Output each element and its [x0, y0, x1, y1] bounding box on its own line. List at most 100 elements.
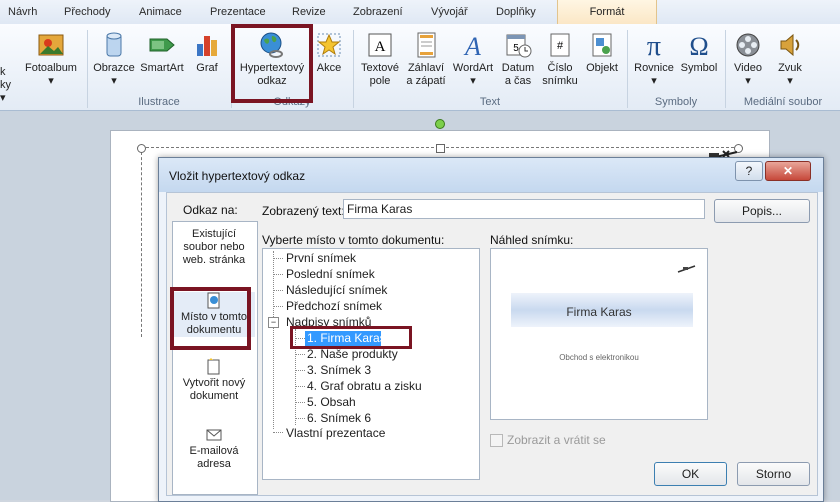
select-place-label: Vyberte místo v tomto dokumentu: — [262, 233, 445, 247]
link-new-document[interactable]: Vytvořit nový dokument — [173, 358, 255, 403]
group-media: Mediální soubor — [743, 96, 823, 108]
tree-item[interactable]: První snímek — [286, 251, 356, 266]
svg-text:Ω: Ω — [689, 32, 708, 60]
link-new-line-1: Vytvořit nový — [182, 377, 246, 389]
tab-navrh[interactable]: Návrh — [8, 6, 37, 18]
ribbon-cut-label-1: k — [0, 66, 6, 78]
cislo-label-2: snímku — [542, 75, 578, 87]
textove-pole-button[interactable]: A Textové pole — [357, 30, 403, 88]
wordart-label: WordArt — [452, 62, 494, 74]
tree-slide[interactable]: 5. Obsah — [307, 395, 356, 410]
tree-item[interactable]: Následující snímek — [286, 283, 387, 298]
cislo-label-1: Číslo — [547, 62, 573, 74]
svg-text:A: A — [375, 39, 386, 55]
tab-vyvojar[interactable]: Vývojář — [431, 6, 468, 18]
collapse-toggle-icon[interactable]: − — [268, 317, 279, 328]
help-button[interactable]: ? — [735, 161, 763, 181]
objekt-button[interactable]: Objekt — [582, 30, 622, 75]
tab-prezentace[interactable]: Prezentace — [210, 6, 266, 18]
text-box-icon: A — [365, 30, 395, 60]
tree-custom-shows[interactable]: Vlastní prezentace — [286, 426, 385, 441]
tab-doplnky[interactable]: Doplňky — [496, 6, 536, 18]
svg-text:#: # — [557, 40, 564, 52]
datum-cas-button[interactable]: 5 Datum a čas — [498, 30, 538, 88]
link-existing-file[interactable]: Existující soubor nebo web. stránka — [173, 228, 255, 267]
link-type-panel: Existující soubor nebo web. stránka Míst… — [172, 221, 258, 495]
place-in-document-highlight-box — [170, 287, 251, 350]
photo-album-icon — [36, 30, 66, 60]
close-button[interactable]: ✕ — [765, 161, 811, 181]
group-text: Text — [479, 96, 501, 108]
resize-handle[interactable] — [436, 144, 445, 153]
document-place-tree[interactable]: První snímek Poslední snímek Následující… — [262, 248, 480, 480]
ok-button[interactable]: OK — [654, 462, 727, 486]
hyperlink-dialog: Vložit hypertextový odkaz ? ✕ Odkaz na: … — [158, 157, 824, 502]
rovnice-button[interactable]: π Rovnice ▾ — [631, 30, 677, 88]
tab-revize[interactable]: Revize — [292, 6, 326, 18]
graf-button[interactable]: Graf — [190, 30, 224, 75]
display-text-input[interactable]: Firma Karas — [343, 199, 705, 219]
group-ilustrace: Ilustrace — [138, 96, 180, 108]
tree-slide[interactable]: 2. Naše produkty — [307, 347, 398, 362]
calendar-clock-icon: 5 — [503, 30, 533, 60]
show-and-return-label: Zobrazit a vrátit se — [507, 433, 606, 447]
dialog-titlebar[interactable]: Vložit hypertextový odkaz ? ✕ — [159, 158, 823, 192]
rovnice-dropdown-arrow: ▾ — [651, 75, 657, 87]
graf-label: Graf — [196, 62, 218, 74]
action-star-icon — [314, 30, 344, 60]
display-text-label: Zobrazený text: — [262, 204, 345, 218]
omega-icon: Ω — [684, 30, 714, 61]
zahlavi-label-1: Záhlaví — [407, 62, 445, 74]
zahlavi-zapati-button[interactable]: Záhlaví a zápatí — [403, 30, 449, 88]
wordart-button[interactable]: A WordArt ▾ — [449, 30, 497, 88]
link-email-address[interactable]: E-mailová adresa — [173, 426, 255, 471]
datum-label-1: Datum — [501, 62, 535, 74]
symbol-button[interactable]: Ω Symbol — [677, 30, 721, 75]
obrazce-dropdown-arrow: ▾ — [111, 75, 117, 87]
svg-text:5: 5 — [513, 43, 519, 54]
email-icon — [205, 426, 223, 444]
zvuk-label: Zvuk — [778, 62, 802, 74]
cancel-button[interactable]: Storno — [737, 462, 810, 486]
cislo-snimku-button[interactable]: # Číslo snímku — [538, 30, 582, 88]
dialog-content: Odkaz na: Existující soubor nebo web. st… — [166, 192, 818, 496]
smartart-icon — [147, 30, 177, 60]
datum-label-2: a čas — [504, 75, 532, 87]
tab-animace[interactable]: Animace — [139, 6, 182, 18]
akce-button[interactable]: Akce — [312, 30, 346, 75]
smartart-button[interactable]: SmartArt — [137, 30, 187, 75]
fotoalbum-label: Fotoalbum — [25, 62, 77, 74]
rovnice-label: Rovnice — [634, 62, 674, 74]
tree-slide[interactable]: 3. Snímek 3 — [307, 363, 371, 378]
tree-item[interactable]: Předchozí snímek — [286, 299, 382, 314]
resize-handle[interactable] — [137, 144, 146, 153]
tree-slide[interactable]: 4. Graf obratu a zisku — [307, 379, 422, 394]
preview-logo-icon — [677, 263, 697, 273]
preview-slide-subtitle: Obchod s elektronikou — [559, 353, 639, 362]
ribbon-cut-button[interactable]: k ky ▾ — [0, 66, 14, 105]
tab-prechody[interactable]: Přechody — [64, 6, 110, 18]
fotoalbum-button[interactable]: Fotoalbum ▾ — [20, 30, 82, 88]
shapes-icon — [99, 30, 129, 60]
rotation-handle[interactable] — [435, 119, 445, 129]
ribbon-tabs: Návrh Přechody Animace Prezentace Revize… — [0, 0, 840, 25]
wordart-icon: A — [458, 30, 488, 61]
tree-slide[interactable]: 6. Snímek 6 — [307, 411, 371, 426]
obrazce-button[interactable]: Obrazce ▾ — [91, 30, 137, 88]
preview-label: Náhled snímku: — [490, 233, 574, 247]
zvuk-button[interactable]: Zvuk ▾ — [770, 30, 810, 88]
tab-format[interactable]: Formát — [557, 0, 657, 24]
tab-zobrazeni[interactable]: Zobrazení — [353, 6, 403, 18]
textove-pole-label-1: Textové — [361, 62, 399, 74]
tab-format-label: Formát — [589, 6, 625, 18]
preview-slide-title: Firma Karas — [566, 305, 632, 319]
object-icon — [587, 30, 617, 60]
objekt-label: Objekt — [586, 62, 618, 74]
show-and-return-checkbox[interactable] — [490, 434, 503, 447]
textove-pole-label-2: pole — [369, 75, 391, 87]
video-button[interactable]: Video ▾ — [729, 30, 767, 88]
fotoalbum-dropdown-arrow: ▾ — [48, 75, 54, 87]
tree-item[interactable]: Poslední snímek — [286, 267, 375, 282]
hyperlink-highlight-box — [231, 24, 313, 103]
screentip-button[interactable]: Popis... — [714, 199, 810, 223]
